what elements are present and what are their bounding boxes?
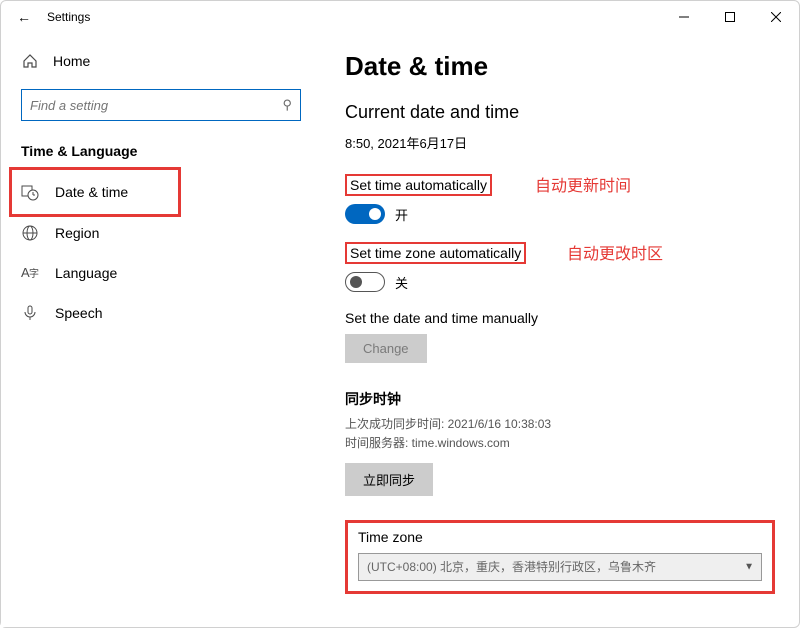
manual-datetime-setting: Set the date and time manually Change [345, 310, 775, 363]
search-icon: ⚲ [282, 97, 292, 113]
page-title: Date & time [345, 51, 775, 82]
auto-time-label: Set time automatically [345, 174, 492, 196]
auto-time-setting: Set time automatically 自动更新时间 开 [345, 174, 775, 224]
back-button[interactable]: ← [13, 9, 35, 25]
minimize-button[interactable] [661, 1, 707, 33]
language-icon: A字 [21, 265, 39, 281]
current-datetime-head: Current date and time [345, 102, 775, 123]
current-datetime-value: 8:50, 2021年6月17日 [345, 133, 775, 152]
nav-label: Date & time [55, 184, 128, 200]
manual-label: Set the date and time manually [345, 310, 775, 326]
sidebar: Home ⚲ Time & Language Date & time Regio… [1, 33, 321, 627]
nav-label: Speech [55, 305, 102, 321]
sync-head: 同步时钟 [345, 389, 775, 409]
auto-tz-label: Set time zone automatically [345, 242, 526, 264]
search-box[interactable]: ⚲ [21, 89, 301, 121]
timezone-select[interactable]: (UTC+08:00) 北京，重庆，香港特别行政区，乌鲁木齐 [358, 553, 762, 581]
globe-icon [21, 225, 39, 241]
nav-home-label: Home [53, 53, 90, 69]
timezone-label: Time zone [358, 529, 762, 545]
auto-tz-setting: Set time zone automatically 自动更改时区 关 [345, 242, 775, 292]
sync-server: 时间服务器: time.windows.com [345, 434, 775, 453]
auto-tz-toggle[interactable] [345, 272, 385, 292]
nav-speech[interactable]: Speech [1, 293, 321, 333]
nav-home[interactable]: Home [1, 43, 321, 79]
nav-date-time[interactable]: Date & time [1, 171, 321, 213]
change-button: Change [345, 334, 427, 363]
annotation-auto-tz: 自动更改时区 [567, 240, 663, 264]
main-content: Date & time Current date and time 8:50, … [321, 33, 799, 627]
maximize-button[interactable] [707, 1, 753, 33]
clock-calendar-icon [21, 183, 39, 201]
close-button[interactable] [753, 1, 799, 33]
sync-last: 上次成功同步时间: 2021/6/16 10:38:03 [345, 415, 775, 434]
svg-text:字: 字 [29, 267, 39, 280]
toggle-state: 关 [395, 273, 408, 292]
auto-time-toggle[interactable] [345, 204, 385, 224]
nav-label: Region [55, 225, 99, 241]
nav-language[interactable]: A字 Language [1, 253, 321, 293]
titlebar: ← Settings [1, 1, 799, 33]
nav-label: Language [55, 265, 117, 281]
search-input[interactable] [30, 98, 282, 113]
window-title: Settings [47, 10, 90, 24]
annotation-auto-time: 自动更新时间 [535, 172, 631, 196]
section-header: Time & Language [1, 135, 321, 171]
window-controls [661, 1, 799, 33]
timezone-section: Time zone (UTC+08:00) 北京，重庆，香港特别行政区，乌鲁木齐… [345, 520, 775, 594]
toggle-state: 开 [395, 205, 408, 224]
home-icon [21, 53, 39, 69]
nav-region[interactable]: Region [1, 213, 321, 253]
mic-icon [21, 305, 39, 321]
sync-now-button[interactable]: 立即同步 [345, 463, 433, 496]
